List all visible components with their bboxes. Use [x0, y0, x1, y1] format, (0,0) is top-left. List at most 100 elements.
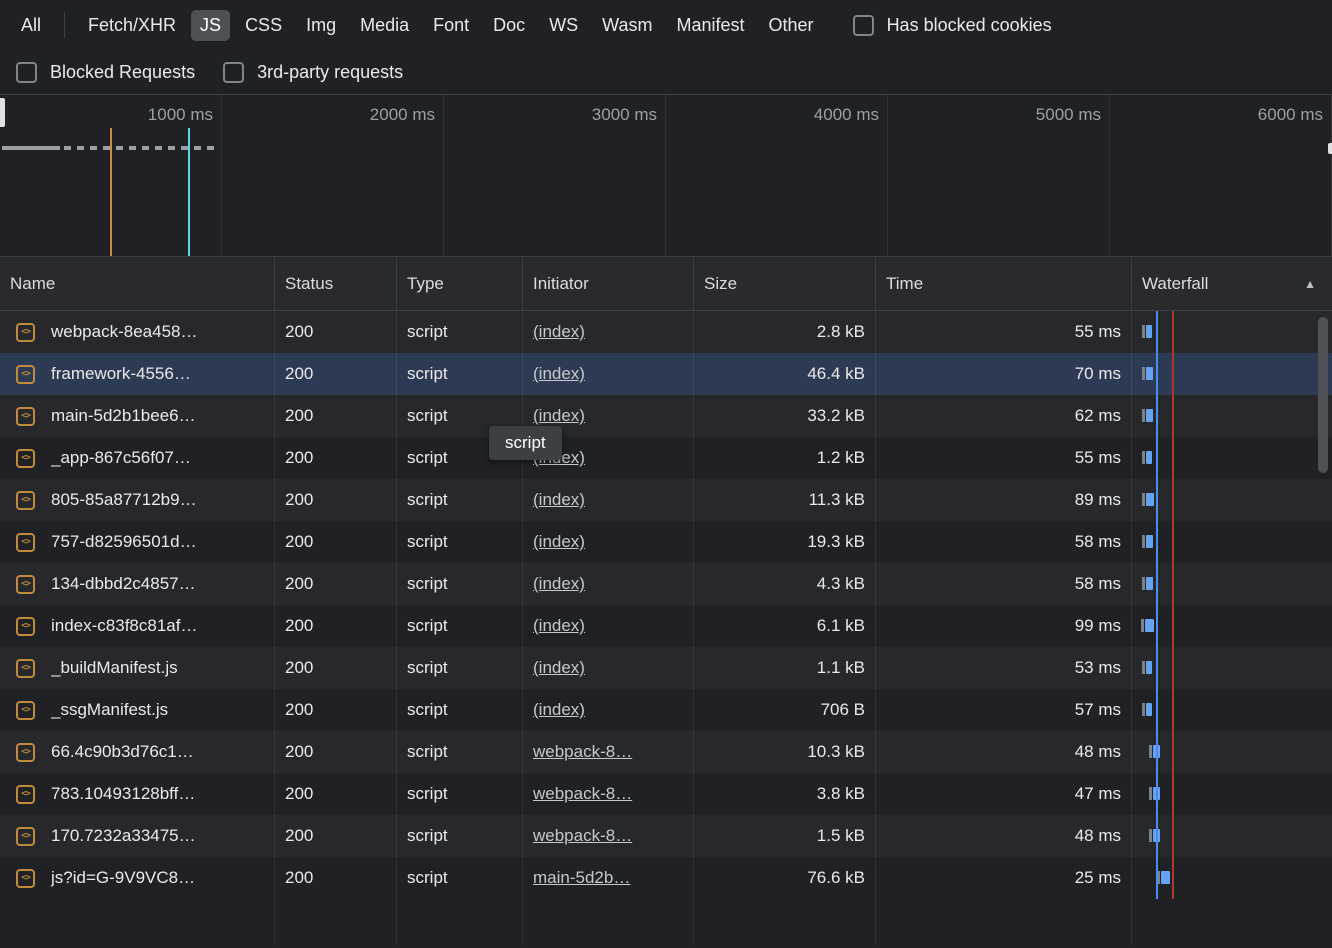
table-row[interactable]: main-5d2b1bee6…200script(index)33.2 kB62…: [0, 395, 1332, 437]
initiator-link[interactable]: (index): [533, 532, 585, 552]
waterfall-bar[interactable]: [1146, 367, 1153, 380]
filter-ws[interactable]: WS: [540, 10, 587, 41]
initiator-link[interactable]: main-5d2b…: [533, 868, 630, 888]
blocked-requests-filter[interactable]: Blocked Requests: [16, 62, 195, 83]
size-cell: 1.5 kB: [694, 815, 876, 857]
name-cell: 805-85a87712b9…: [0, 479, 275, 521]
time-cell: 53 ms: [876, 647, 1132, 689]
column-header-time[interactable]: Time: [876, 257, 1132, 310]
third-party-checkbox[interactable]: [223, 62, 244, 83]
timeline-overview[interactable]: 1000 ms2000 ms3000 ms4000 ms5000 ms6000 …: [0, 95, 1332, 257]
initiator-link[interactable]: (index): [533, 616, 585, 636]
table-row[interactable]: webpack-8ea458…200script(index)2.8 kB55 …: [0, 311, 1332, 353]
status-cell: 200: [275, 353, 397, 395]
has-blocked-cookies-filter[interactable]: Has blocked cookies: [853, 15, 1052, 36]
third-party-filter[interactable]: 3rd-party requests: [223, 62, 403, 83]
waterfall-bar[interactable]: [1146, 451, 1152, 464]
table-row[interactable]: 66.4c90b3d76c1…200scriptwebpack-8…10.3 k…: [0, 731, 1332, 773]
waterfall-bar[interactable]: [1161, 871, 1170, 884]
waterfall-bar[interactable]: [1146, 493, 1154, 506]
blocked-requests-checkbox[interactable]: [16, 62, 37, 83]
filter-other[interactable]: Other: [760, 10, 823, 41]
initiator-link[interactable]: (index): [533, 700, 585, 720]
filter-manifest[interactable]: Manifest: [668, 10, 754, 41]
overview-section: 5000 ms: [888, 95, 1110, 256]
request-name: 134-dbbd2c4857…: [51, 574, 196, 594]
waterfall-bar[interactable]: [1146, 325, 1152, 338]
size-cell: 11.3 kB: [694, 479, 876, 521]
waterfall-bar[interactable]: [1146, 661, 1152, 674]
overview-section: 3000 ms: [444, 95, 666, 256]
type-cell: script: [397, 353, 523, 395]
table-row[interactable]: 805-85a87712b9…200script(index)11.3 kB89…: [0, 479, 1332, 521]
time-cell: 70 ms: [876, 353, 1132, 395]
table-row[interactable]: 783.10493128bff…200scriptwebpack-8…3.8 k…: [0, 773, 1332, 815]
type-cell: script: [397, 857, 523, 899]
filler-cell: [275, 899, 397, 945]
size-cell: 46.4 kB: [694, 353, 876, 395]
table-row[interactable]: 757-d82596501d…200script(index)19.3 kB58…: [0, 521, 1332, 563]
time-cell: 55 ms: [876, 437, 1132, 479]
filter-media[interactable]: Media: [351, 10, 418, 41]
filler-cell: [0, 899, 275, 945]
filter-type-list: All Fetch/XHRJSCSSImgMediaFontDocWSWasmMa…: [12, 10, 823, 41]
initiator-cell: (index): [523, 353, 694, 395]
vertical-scrollbar[interactable]: [1318, 317, 1328, 473]
column-header-size[interactable]: Size: [694, 257, 876, 310]
table-row[interactable]: _buildManifest.js200script(index)1.1 kB5…: [0, 647, 1332, 689]
initiator-link[interactable]: (index): [533, 322, 585, 342]
waterfall-bar[interactable]: [1146, 577, 1153, 590]
initiator-link[interactable]: (index): [533, 658, 585, 678]
filter-img[interactable]: Img: [297, 10, 345, 41]
initiator-link[interactable]: webpack-8…: [533, 826, 632, 846]
table-row[interactable]: 170.7232a33475…200scriptwebpack-8…1.5 kB…: [0, 815, 1332, 857]
waterfall-cell: [1132, 437, 1332, 479]
script-file-icon: [16, 785, 35, 804]
filter-doc[interactable]: Doc: [484, 10, 534, 41]
size-cell: 706 B: [694, 689, 876, 731]
waterfall-bar[interactable]: [1146, 703, 1152, 716]
initiator-link[interactable]: (index): [533, 364, 585, 384]
initiator-link[interactable]: (index): [533, 406, 585, 426]
column-header-name[interactable]: Name: [0, 257, 275, 310]
initiator-link[interactable]: webpack-8…: [533, 784, 632, 804]
table-row[interactable]: index-c83f8c81af…200script(index)6.1 kB9…: [0, 605, 1332, 647]
blocked-requests-label: Blocked Requests: [50, 62, 195, 83]
filter-fetch-xhr[interactable]: Fetch/XHR: [79, 10, 185, 41]
waterfall-cell: [1132, 521, 1332, 563]
filter-all[interactable]: All: [12, 10, 50, 41]
filter-css[interactable]: CSS: [236, 10, 291, 41]
table-row[interactable]: 134-dbbd2c4857…200script(index)4.3 kB58 …: [0, 563, 1332, 605]
status-cell: 200: [275, 647, 397, 689]
table-row[interactable]: _ssgManifest.js200script(index)706 B57 m…: [0, 689, 1332, 731]
initiator-cell: (index): [523, 311, 694, 353]
filter-font[interactable]: Font: [424, 10, 478, 41]
waterfall-stub: [1142, 703, 1145, 716]
table-row[interactable]: js?id=G-9V9VC8…200scriptmain-5d2b…76.6 k…: [0, 857, 1332, 899]
script-file-icon: [16, 575, 35, 594]
script-file-icon: [16, 491, 35, 510]
time-cell: 25 ms: [876, 857, 1132, 899]
sort-ascending-icon: ▲: [1304, 277, 1316, 291]
table-row[interactable]: framework-4556…200script(index)46.4 kB70…: [0, 353, 1332, 395]
waterfall-bar[interactable]: [1145, 619, 1154, 632]
initiator-link[interactable]: (index): [533, 490, 585, 510]
column-header-waterfall[interactable]: Waterfall▲: [1132, 257, 1332, 310]
overview-left-handle[interactable]: [0, 98, 5, 127]
size-cell: 19.3 kB: [694, 521, 876, 563]
filter-js[interactable]: JS: [191, 10, 230, 41]
column-header-type[interactable]: Type: [397, 257, 523, 310]
initiator-link[interactable]: webpack-8…: [533, 742, 632, 762]
overview-right-handle[interactable]: [1328, 143, 1332, 154]
table-row[interactable]: _app-867c56f07…200script(index)1.2 kB55 …: [0, 437, 1332, 479]
column-header-initiator[interactable]: Initiator: [523, 257, 694, 310]
column-header-status[interactable]: Status: [275, 257, 397, 310]
network-panel: All Fetch/XHRJSCSSImgMediaFontDocWSWasmMa…: [0, 0, 1332, 948]
filter-wasm[interactable]: Wasm: [593, 10, 661, 41]
waterfall-bar[interactable]: [1146, 409, 1153, 422]
request-name: _app-867c56f07…: [51, 448, 191, 468]
request-name: 805-85a87712b9…: [51, 490, 197, 510]
initiator-link[interactable]: (index): [533, 574, 585, 594]
has-blocked-cookies-checkbox[interactable]: [853, 15, 874, 36]
waterfall-bar[interactable]: [1146, 535, 1153, 548]
